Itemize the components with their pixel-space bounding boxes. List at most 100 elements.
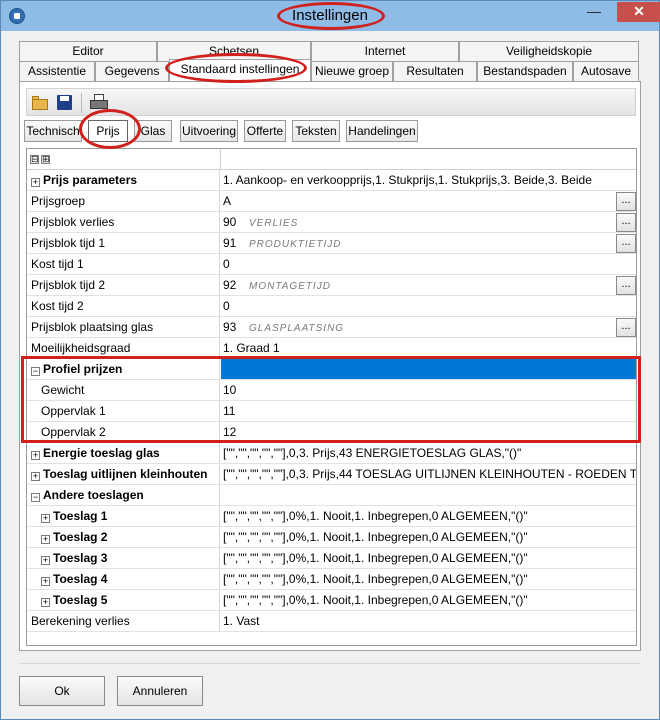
grid-row[interactable]: Prijsblok tijd 1 91 PRODUKTIETIJD... <box>27 233 636 254</box>
expand-icon[interactable]: + <box>31 451 40 460</box>
row-label: Prijsblok tijd 1 <box>27 233 220 253</box>
row-description: MONTAGETIJD <box>249 281 331 292</box>
row-label: Oppervlak 1 <box>27 401 220 421</box>
ellipsis-button[interactable]: ... <box>616 318 636 337</box>
subtab-teksten[interactable]: Teksten <box>292 120 340 142</box>
row-value[interactable] <box>221 359 636 379</box>
tab-nieuwe-groep[interactable]: Nieuwe groep <box>311 61 393 81</box>
tab-veiligheidskopie[interactable]: Veiligheidskopie <box>459 41 639 61</box>
row-code: 91 <box>223 236 237 250</box>
row-description: PRODUKTIETIJD <box>249 239 342 250</box>
grid-row[interactable]: + Toeslag 3 ["","","","",""],0%,1. Nooit,… <box>27 548 636 569</box>
row-value[interactable]: 1. Aankoop- en verkoopprijs,1. Stukprijs… <box>221 170 636 190</box>
row-label: Prijsblok verlies <box>27 212 220 232</box>
subtab-glas[interactable]: Glas <box>134 120 172 142</box>
row-value[interactable]: ["","","","",""],0%,1. Nooit,1. Inbegrep… <box>221 548 636 568</box>
row-value[interactable]: 10 <box>221 380 636 400</box>
expand-all-icon[interactable]: ⊞ <box>41 155 50 164</box>
row-value[interactable]: 12 <box>221 422 636 442</box>
tab-bestandspaden[interactable]: Bestandspaden <box>477 61 573 81</box>
grid-row[interactable]: + Toeslag 2 ["","","","",""],0%,1. Nooit,… <box>27 527 636 548</box>
expand-icon[interactable]: + <box>31 472 40 481</box>
grid-row-selected[interactable]: − Profiel prijzen <box>27 359 636 380</box>
ellipsis-button[interactable]: ... <box>616 192 636 211</box>
collapse-all-icon[interactable]: ⊟ <box>30 155 39 164</box>
collapse-icon[interactable]: − <box>31 493 40 502</box>
ellipsis-button[interactable]: ... <box>616 213 636 232</box>
tab-assistentie[interactable]: Assistentie <box>19 61 95 81</box>
open-folder-icon[interactable] <box>31 94 51 112</box>
ok-button[interactable]: Ok <box>19 676 105 706</box>
row-value[interactable]: 0 <box>221 296 636 316</box>
row-value[interactable]: ["","","","",""],0,3. Prijs,44 TOESLAG U… <box>221 464 636 484</box>
grid-row[interactable]: + Toeslag 4 ["","","","",""],0%,1. Nooit,… <box>27 569 636 590</box>
subtab-uitvoering[interactable]: Uitvoering <box>180 120 238 142</box>
expand-icon[interactable]: + <box>41 577 50 586</box>
grid-row[interactable]: − Andere toeslagen <box>27 485 636 506</box>
expand-icon[interactable]: + <box>41 598 50 607</box>
row-value[interactable]: ["","","","",""],0%,1. Nooit,1. Inbegrep… <box>221 527 636 547</box>
grid-row[interactable]: Moeilijkheidsgraad 1. Graad 1 <box>27 338 636 359</box>
property-grid: ⊟ ⊞ + Prijs parameters 1. Aankoop- en ver… <box>26 148 637 646</box>
tab-internet[interactable]: Internet <box>311 41 459 61</box>
subtab-offerte[interactable]: Offerte <box>244 120 286 142</box>
row-code: 90 <box>223 215 237 229</box>
subtab-technisch[interactable]: Technisch <box>24 120 82 142</box>
row-value[interactable]: 0 <box>221 254 636 274</box>
ellipsis-button[interactable]: ... <box>616 276 636 295</box>
button-bar: Ok Annuleren <box>19 663 641 713</box>
ellipsis-button[interactable]: ... <box>616 234 636 253</box>
row-value[interactable]: ["","","","",""],0,3. Prijs,43 ENERGIETO… <box>221 443 636 463</box>
tab-gegevens[interactable]: Gegevens <box>95 61 169 81</box>
grid-header: ⊟ ⊞ <box>27 149 636 170</box>
grid-row[interactable]: + Prijs parameters 1. Aankoop- en verkoop… <box>27 170 636 191</box>
grid-row[interactable]: Prijsblok plaatsing glas 93 GLASPLAATSING… <box>27 317 636 338</box>
row-value[interactable]: ["","","","",""],0%,1. Nooit,1. Inbegrep… <box>221 569 636 589</box>
grid-row[interactable]: + Energie toeslag glas ["","","","",""],0… <box>27 443 636 464</box>
row-value[interactable] <box>221 485 636 505</box>
row-value[interactable]: 11 <box>221 401 636 421</box>
grid-row[interactable]: Kost tijd 2 0 <box>27 296 636 317</box>
grid-row[interactable]: Prijsblok verlies 90 VERLIES... <box>27 212 636 233</box>
tab-standaard-instellingen[interactable]: Standaard instellingen <box>169 59 311 81</box>
grid-row[interactable]: + Toeslag 5 ["","","","",""],0%,1. Nooit,… <box>27 590 636 611</box>
row-label: Kost tijd 2 <box>27 296 220 316</box>
expand-icon[interactable]: + <box>41 556 50 565</box>
grid-row[interactable]: Gewicht 10 <box>27 380 636 401</box>
row-label: Toeslag 5 <box>53 593 108 607</box>
grid-row[interactable]: Prijsgroep A... <box>27 191 636 212</box>
row-label: Toeslag 4 <box>53 572 108 586</box>
row-label: Toeslag 2 <box>53 530 108 544</box>
close-button[interactable]: ✕ <box>617 2 660 22</box>
row-code: 93 <box>223 320 237 334</box>
row-value[interactable]: 1. Vast <box>221 611 636 631</box>
row-label: Oppervlak 2 <box>27 422 220 442</box>
grid-row[interactable]: Berekening verlies 1. Vast <box>27 611 636 632</box>
row-value[interactable]: ["","","","",""],0%,1. Nooit,1. Inbegrep… <box>221 590 636 610</box>
tab-schetsen[interactable]: Schetsen <box>157 41 311 61</box>
row-value[interactable]: 1. Graad 1 <box>221 338 636 358</box>
cancel-button[interactable]: Annuleren <box>117 676 203 706</box>
grid-row[interactable]: Prijsblok tijd 2 92 MONTAGETIJD... <box>27 275 636 296</box>
row-label: Prijsblok plaatsing glas <box>27 317 220 337</box>
save-icon[interactable] <box>55 94 75 112</box>
grid-row[interactable]: Oppervlak 2 12 <box>27 422 636 443</box>
subtab-handelingen[interactable]: Handelingen <box>346 120 418 142</box>
row-value[interactable]: ["","","","",""],0%,1. Nooit,1. Inbegrep… <box>221 506 636 526</box>
grid-row[interactable]: + Toeslag 1 ["","","","",""],0%,1. Nooit,… <box>27 506 636 527</box>
tab-resultaten[interactable]: Resultaten <box>393 61 477 81</box>
printer-icon[interactable] <box>89 94 109 112</box>
grid-row[interactable]: Kost tijd 1 0 <box>27 254 636 275</box>
expand-icon[interactable]: + <box>41 535 50 544</box>
collapse-icon[interactable]: − <box>31 367 40 376</box>
toolbar <box>26 88 636 116</box>
window-title: Instellingen <box>292 7 368 24</box>
expand-icon[interactable]: + <box>41 514 50 523</box>
grid-row[interactable]: + Toeslag uitlijnen kleinhouten ["","",""… <box>27 464 636 485</box>
subtab-prijs[interactable]: Prijs <box>88 120 128 142</box>
tab-autosave[interactable]: Autosave <box>573 61 639 81</box>
tab-editor[interactable]: Editor <box>19 41 157 61</box>
expand-icon[interactable]: + <box>31 178 40 187</box>
grid-row[interactable]: Oppervlak 1 11 <box>27 401 636 422</box>
minimize-button[interactable]: — <box>581 2 607 22</box>
